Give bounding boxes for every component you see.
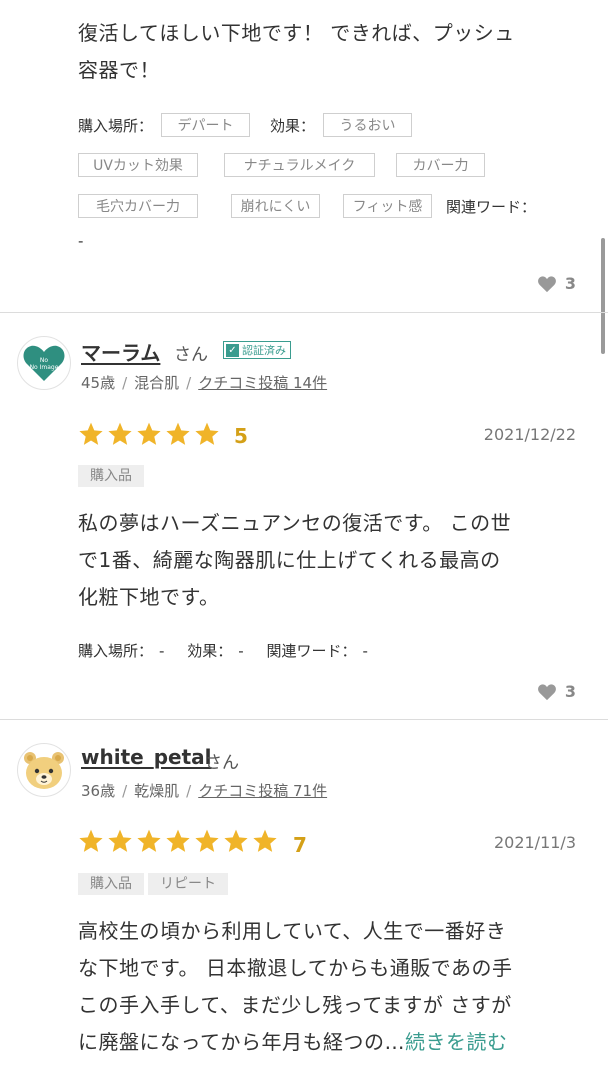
star-icon [166,422,190,445]
tag-effect[interactable]: カバー力 [396,153,485,177]
skin-type: 混合肌 [134,374,180,392]
review-date: 2021/12/22 [483,425,576,444]
star-icon [224,829,248,852]
svg-text:No Image: No Image [30,364,59,371]
review-attributes: 購入場所： - 効果： - 関連ワード： - [78,642,368,660]
check-icon: ✓ [226,343,239,357]
purchase-label: 購入場所： [78,116,154,135]
scrollbar[interactable] [601,238,605,354]
effect-label: 効果： [270,116,316,135]
verified-badge: ✓ 認証済み [223,341,291,359]
avatar[interactable] [17,743,71,797]
like-count: 3 [564,274,576,293]
effect-tags-row: 毛穴カバー力 崩れにくい フィット感 関連ワード： [78,194,544,218]
rating-score: 5 [234,424,248,448]
star-icon [166,829,190,852]
user-meta: 45歳 / 混合肌 / クチコミ投稿 14件 [81,374,328,392]
user-age: 36歳 [81,782,116,800]
star-icon [79,422,103,445]
tag-purchased: 購入品 [78,465,144,487]
divider [0,719,608,720]
keyword-value: - [78,232,84,250]
star-icon [137,829,161,852]
like-count: 3 [564,682,576,701]
tag-repeat: リピート [148,873,228,895]
purchase-tags: 購入品 [78,465,148,487]
bear-avatar-icon [24,752,64,789]
honorific: さん [174,345,208,365]
skin-type: 乾燥肌 [134,782,180,800]
star-icon [195,829,219,852]
post-count-link[interactable]: クチコミ投稿 14件 [198,374,327,392]
tag-purchase-place[interactable]: デパート [161,113,251,137]
username-link[interactable]: white_petal [81,745,212,769]
honorific: さん [205,753,239,773]
tag-effect[interactable]: UVカット効果 [78,153,198,177]
purchase-row: 購入場所： デパート 効果： うるおい [78,113,413,137]
avatar[interactable]: No No Image [17,336,71,390]
star-icon [108,829,132,852]
tag-effect[interactable]: 毛穴カバー力 [78,194,198,218]
star-icon [195,422,219,445]
post-count-link[interactable]: クチコミ投稿 71件 [198,782,327,800]
no-image-icon: No No Image [23,345,65,381]
divider [0,312,608,313]
user-meta: 36歳 / 乾燥肌 / クチコミ投稿 71件 [81,782,328,800]
review-body: 復活してほしい下地です！ できれば、プッシュ 容器で！ [78,21,515,82]
tag-effect[interactable]: ナチュラルメイク [224,153,375,177]
purchase-tags: 購入品 リピート [78,873,232,895]
star-icon [253,829,277,852]
username-link[interactable]: マーラム [81,337,160,366]
keyword-label: 関連ワード： [446,197,537,216]
rating-score: 7 [293,833,307,857]
star-rating [78,828,281,854]
read-more-link[interactable]: 続きを読む [405,1030,508,1054]
heart-icon [537,275,556,292]
tag-effect[interactable]: うるおい [323,113,413,137]
effect-tags-row: UVカット効果 ナチュラルメイク カバー力 [78,153,485,177]
review-body: 高校生の頃から利用していて、人生で一番好き な下地です。 日本撤退してからも通販… [78,919,513,1054]
review-date: 2021/11/3 [493,833,576,852]
heart-icon [537,683,556,700]
star-icon [108,422,132,445]
like-button[interactable]: 3 [537,274,576,293]
review-body: 私の夢はハーズニュアンセの復活です。 この世 で1番、綺麗な陶器肌に仕上げてくれ… [78,511,512,609]
star-rating [78,421,223,447]
user-age: 45歳 [81,374,116,392]
tag-purchased: 購入品 [78,873,144,895]
star-icon [79,829,103,852]
star-icon [137,422,161,445]
tag-effect[interactable]: フィット感 [343,194,432,218]
like-button[interactable]: 3 [537,682,576,701]
tag-effect[interactable]: 崩れにくい [231,194,320,218]
svg-text:No: No [40,357,48,364]
